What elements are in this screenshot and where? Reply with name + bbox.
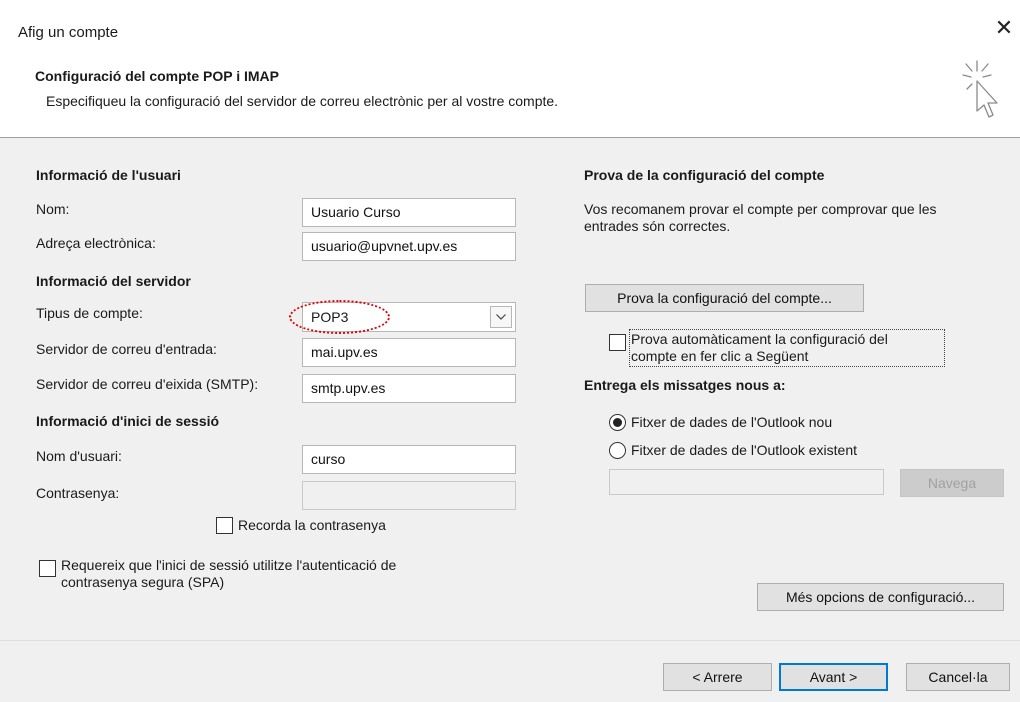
outgoing-server-field[interactable]: smtp.upv.es: [302, 374, 516, 403]
test-desc-line1: Vos recomanem provar el compte per compr…: [584, 201, 937, 217]
test-settings-button[interactable]: Prova la configuració del compte...: [585, 284, 864, 312]
radio-existing-data-file[interactable]: [609, 442, 626, 459]
test-settings-heading: Prova de la configuració del compte: [584, 167, 825, 183]
deliver-heading: Entrega els missatges nous a:: [584, 377, 786, 393]
footer-separator: [0, 640, 1020, 641]
email-label: Adreça electrònica:: [36, 235, 156, 251]
password-label: Contrasenya:: [36, 485, 120, 501]
user-info-heading: Informació de l'usuari: [36, 167, 181, 183]
cursor-sparkle-icon: [955, 55, 1011, 135]
account-type-select[interactable]: POP3: [302, 302, 516, 332]
password-field[interactable]: [302, 481, 516, 510]
name-field[interactable]: Usuario Curso: [302, 198, 516, 227]
auto-test-checkbox[interactable]: [609, 334, 626, 351]
chevron-down-icon[interactable]: [490, 306, 512, 328]
auto-test-label-line1[interactable]: Prova automàticament la configuració del: [631, 331, 888, 347]
name-label: Nom:: [36, 201, 70, 217]
spa-label-line1[interactable]: Requereix que l'inici de sessió utilitze…: [61, 557, 396, 573]
page-subtitle: Especifiqueu la configuració del servido…: [46, 93, 559, 109]
cancel-button[interactable]: Cancel·la: [906, 663, 1010, 691]
username-field[interactable]: curso: [302, 445, 516, 474]
remember-password-label[interactable]: Recorda la contrasenya: [238, 517, 386, 533]
login-info-heading: Informació d'inici de sessió: [36, 413, 220, 429]
remember-password-checkbox[interactable]: [216, 517, 233, 534]
page-title: Configuració del compte POP i IMAP: [35, 68, 279, 84]
existing-data-file-label[interactable]: Fitxer de dades de l'Outlook existent: [631, 442, 857, 458]
outgoing-server-label: Servidor de correu d'eixida (SMTP):: [36, 376, 259, 392]
browse-button[interactable]: Navega: [900, 469, 1004, 497]
next-button[interactable]: Avant >: [779, 663, 888, 691]
radio-new-data-file[interactable]: [609, 414, 626, 431]
incoming-server-label: Servidor de correu d'entrada:: [36, 341, 217, 357]
auto-test-label-line2[interactable]: compte en fer clic a Següent: [631, 348, 808, 364]
new-data-file-label[interactable]: Fitxer de dades de l'Outlook nou: [631, 414, 832, 430]
title-bar: Afig un compte ✕: [0, 0, 1020, 56]
window-title: Afig un compte: [18, 24, 119, 41]
spa-checkbox[interactable]: [39, 560, 56, 577]
back-button[interactable]: < Arrere: [663, 663, 772, 691]
spa-label-line2[interactable]: contrasenya segura (SPA): [61, 574, 224, 590]
email-field[interactable]: usuario@upvnet.upv.es: [302, 232, 516, 261]
test-desc-line2: entrades són correctes.: [584, 218, 731, 234]
account-type-label: Tipus de compte:: [36, 305, 143, 321]
server-info-heading: Informació del servidor: [36, 273, 191, 289]
close-icon[interactable]: ✕: [993, 18, 1015, 40]
more-settings-button[interactable]: Més opcions de configuració...: [757, 583, 1004, 611]
add-account-dialog: Afig un compte ✕ Configuració del compte…: [0, 0, 1020, 702]
username-label: Nom d'usuari:: [36, 448, 122, 464]
account-type-value: POP3: [311, 309, 349, 325]
incoming-server-field[interactable]: mai.upv.es: [302, 338, 516, 367]
existing-file-path-field[interactable]: [609, 469, 884, 495]
